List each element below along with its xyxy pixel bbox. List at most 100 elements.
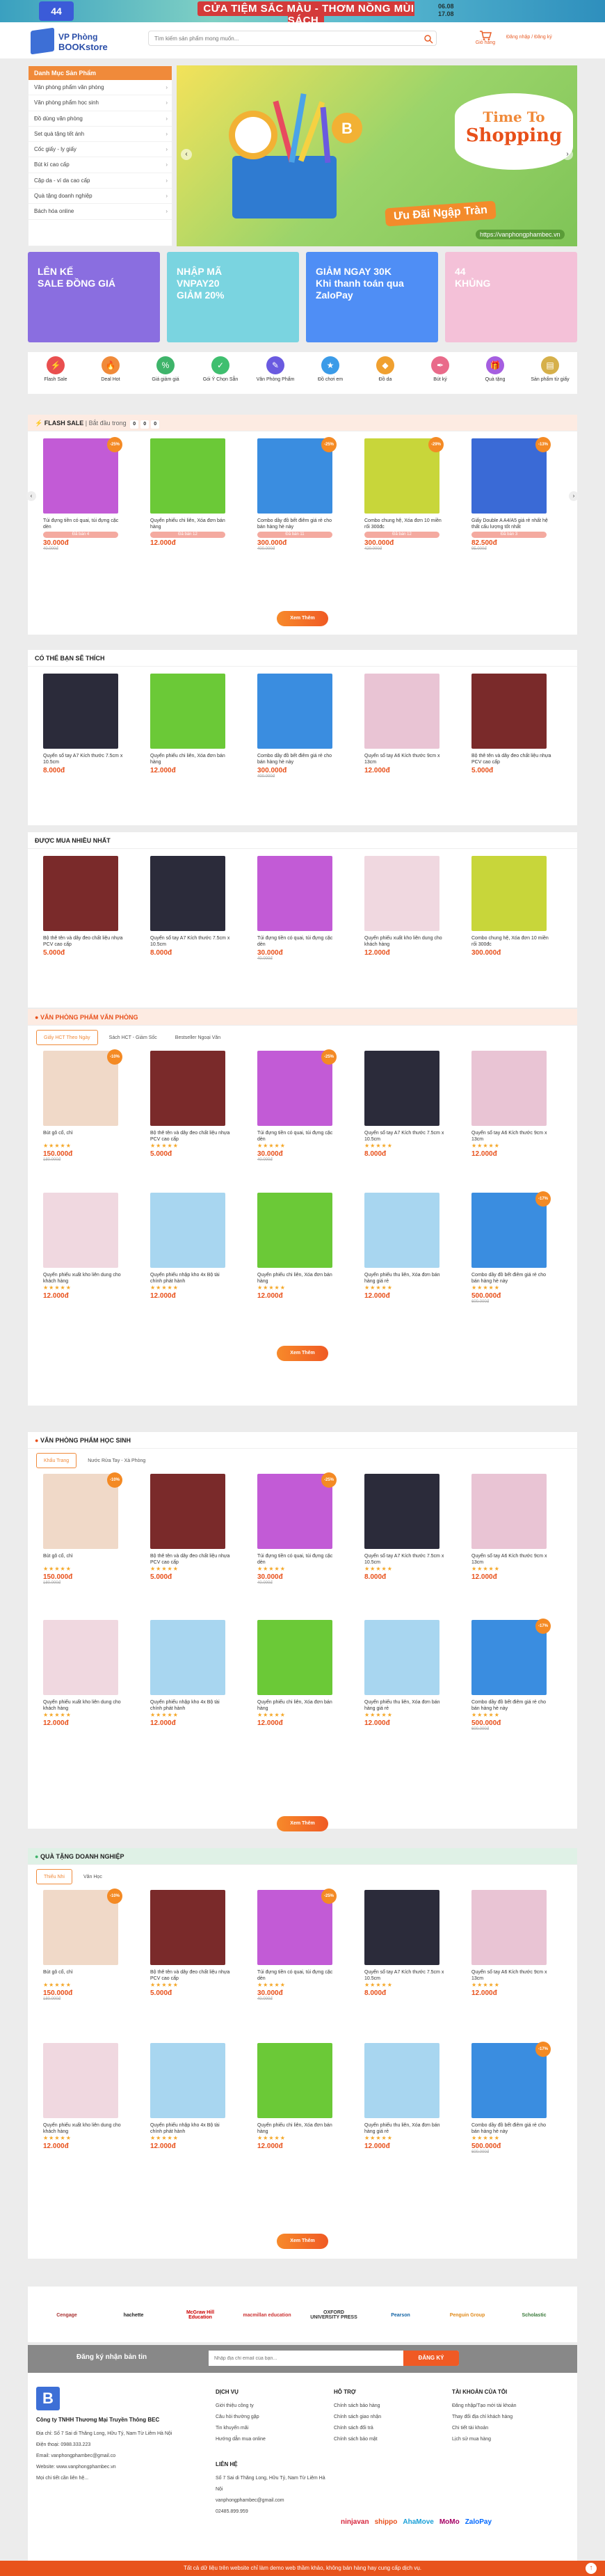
product-name[interactable]: Combo dầy đồ bết điêm giá rẻ cho bán hàn… (250, 753, 339, 765)
product-image[interactable] (257, 2043, 332, 2118)
quick-link[interactable]: % Giá giảm giá (140, 356, 191, 382)
product-card[interactable]: Quyển phiếu xuất kho liên dung cho khách… (36, 1620, 125, 1727)
flash-more-button[interactable]: Xem Thêm (277, 611, 328, 626)
brand-logo[interactable]: McGraw Hill Education (175, 2296, 225, 2334)
product-name[interactable]: Quyển phiếu thu liên, Xóa đơn bán hàng g… (357, 1272, 446, 1285)
product-card[interactable]: -10% Bút gỗ cổ, chì ★★★★★ 150.000đ 180.000đ (36, 1049, 125, 1162)
product-image[interactable]: -25% (257, 1472, 337, 1549)
product-image[interactable] (257, 674, 332, 749)
product-image[interactable] (471, 1474, 547, 1549)
product-image[interactable] (150, 856, 225, 931)
footer-link[interactable]: Chính sách bảo hàng (334, 2401, 445, 2412)
product-card[interactable]: Quyển sổ tay A6 Kích thước 9cm x 13cm ★★★… (465, 1051, 554, 1158)
product-card[interactable]: Combo chung hệ, Xóa đơn 10 miền rối 300đ… (465, 856, 554, 957)
product-name[interactable]: Quyển sổ tay A6 Kích thước 9cm x 13cm (357, 753, 446, 765)
product-name[interactable]: Quyển phiếu chi liên, Xóa đơn bán hàng (143, 518, 232, 530)
quick-link[interactable]: 🎁 Quà tặng (470, 356, 520, 382)
product-name[interactable]: Bộ thê tên và dây đeo chất liệu nhựa PCV… (143, 1553, 232, 1566)
product-image[interactable] (257, 1193, 332, 1268)
brand-logo[interactable]: OXFORD UNIVERSITY PRESS (309, 2296, 359, 2334)
footer-link[interactable]: Số 7 Sai di Thăng Long, Hữu Tý, Nam Từ L… (216, 2473, 334, 2495)
product-image[interactable]: -10% (43, 1472, 122, 1549)
product-name[interactable]: Giấy Double A A4/A5 giá rẻ nhất hệ thất … (465, 518, 554, 530)
slider-next-icon[interactable]: › (562, 149, 573, 160)
product-name[interactable]: Combo dầy đồ bết điêm giá rẻ cho bán hàn… (465, 1699, 554, 1712)
product-card[interactable]: Quyển phiếu nhập kho 4x Bộ tài chính phá… (143, 1193, 232, 1300)
brand-logo[interactable]: hachette (108, 2296, 159, 2334)
product-image[interactable]: -10% (43, 1889, 122, 1965)
quick-link[interactable]: ✓ Gói Ý Chọn Sẵn (195, 356, 245, 382)
product-name[interactable]: Quyển phiếu nhập kho 4x Bộ tài chính phá… (143, 2122, 232, 2135)
product-name[interactable]: Quyển sổ tay A7 Kích thước 7.5cm x 10.5c… (357, 1553, 446, 1566)
product-card[interactable]: -25% Combo dầy đồ bết điêm giá rẻ cho bán… (250, 437, 339, 551)
brand-logo[interactable]: Cengage (42, 2296, 92, 2334)
product-card[interactable]: -25% Túi đựng tiền có quai, túi đựng cặc … (250, 1049, 339, 1162)
product-card[interactable]: -25% Túi đựng tiền có quai, túi đựng cặc … (250, 1472, 339, 1585)
cart-button[interactable]: Giỏ hàng (471, 31, 499, 51)
quick-link[interactable]: ★ Đồ chơi em (305, 356, 355, 382)
product-name[interactable]: Túi đựng tiền có quai, túi đựng cặc dèn (36, 518, 125, 530)
product-card[interactable]: Bộ thê tên và dây đeo chất liệu nhựa PCV… (143, 1890, 232, 1997)
product-name[interactable]: Quyển phiếu chi liên, Xóa đơn bán hàng (250, 2122, 339, 2135)
product-card[interactable]: Quyển phiếu chi liên, Xóa đơn bán hàng 12… (143, 674, 232, 774)
menu-item[interactable]: Văn phòng phẩm văn phòng › (29, 80, 172, 96)
product-name[interactable]: Quyển phiếu xuất kho liên dung cho khách… (36, 1699, 125, 1712)
newsletter-email-input[interactable] (209, 2351, 389, 2366)
product-image[interactable] (257, 856, 332, 931)
product-card[interactable]: Quyển sổ tay A7 Kích thước 7.5cm x 10.5c… (357, 1051, 446, 1158)
product-image[interactable] (150, 2043, 225, 2118)
product-card[interactable]: -17% Combo dầy đồ bết điêm giá rẻ cho bán… (465, 2042, 554, 2154)
product-name[interactable]: Quyển phiếu nhập kho 4x Bộ tài chính phá… (143, 1272, 232, 1285)
product-name[interactable]: Quyển sổ tay A7 Kích thước 7.5cm x 10.5c… (143, 935, 232, 948)
product-name[interactable]: Bộ thê tên và dây đeo chất liệu nhựa PCV… (36, 935, 125, 948)
product-name[interactable]: Bút gỗ cổ, chì (36, 1969, 125, 1982)
product-card[interactable]: Quyển sổ tay A7 Kích thước 7.5cm x 10.5c… (36, 674, 125, 774)
product-card[interactable]: Quyển phiếu xuất kho liên dung cho khách… (36, 1193, 125, 1300)
product-card[interactable]: Quyển phiếu chi liên, Xóa đơn bán hàng Đã… (143, 438, 232, 547)
top-promo-banner[interactable]: 44 CỬA TIỆM SẮC MÀU - THƠM NỒNG MÙI SÁCH… (0, 0, 605, 22)
product-card[interactable]: Bộ thê tên và dây đeo chất liệu nhựa PCV… (36, 856, 125, 957)
product-name[interactable]: Bộ thê tên và dây đeo chất liệu nhựa PCV… (143, 1969, 232, 1982)
product-card[interactable]: Quyển phiếu nhập kho 4x Bộ tài chính phá… (143, 1620, 232, 1727)
tab-item[interactable]: Sách HCT - Giảm Sốc (102, 1031, 164, 1046)
quick-link[interactable]: ⚡ Flash Sale (31, 356, 81, 382)
product-card[interactable]: -13% Giấy Double A A4/A5 giá rẻ nhất hệ t… (465, 437, 554, 551)
footer-link[interactable]: Chi tiết tài khoản (452, 2423, 570, 2434)
product-image[interactable] (43, 1193, 118, 1268)
product-card[interactable]: Bộ thê tên và dây đeo chất liệu nhựa PCV… (143, 1474, 232, 1581)
product-name[interactable]: Quyển phiếu xuất kho liên dung cho khách… (357, 935, 446, 948)
product-card[interactable]: -25% Túi đựng tiền có quai, túi đựng cặc … (250, 1889, 339, 2001)
product-name[interactable]: Combo dầy đồ bết điêm giá rẻ cho bán hàn… (250, 518, 339, 530)
product-image[interactable] (471, 674, 547, 749)
product-card[interactable]: -10% Bút gỗ cổ, chì ★★★★★ 150.000đ 180.000đ (36, 1472, 125, 1585)
product-card[interactable]: Combo dầy đồ bết điêm giá rẻ cho bán hàn… (250, 674, 339, 779)
footer-link[interactable]: Chính sách giao nhận (334, 2412, 445, 2423)
product-name[interactable]: Quyển sổ tay A6 Kích thước 9cm x 13cm (465, 1969, 554, 1982)
quick-link[interactable]: ◆ Đồ da (360, 356, 410, 382)
product-image[interactable] (471, 856, 547, 931)
office-more-button[interactable]: Xem Thêm (277, 1346, 328, 1361)
brand-logo[interactable]: Pearson (376, 2296, 426, 2334)
product-image[interactable]: -10% (43, 1049, 122, 1126)
product-image[interactable]: -13% (471, 437, 551, 514)
product-image[interactable]: -17% (471, 1191, 551, 1268)
product-name[interactable]: Quyển sổ tay A7 Kích thước 7.5cm x 10.5c… (357, 1130, 446, 1143)
product-image[interactable] (150, 674, 225, 749)
product-card[interactable]: Quyển phiếu thu liên, Xóa đơn bán hàng g… (357, 2043, 446, 2150)
product-card[interactable]: Quyển sổ tay A6 Kích thước 9cm x 13cm 12.… (357, 674, 446, 774)
menu-item[interactable]: Cặp da - ví da cao cấp › (29, 173, 172, 189)
footer-link[interactable]: Hướng dẫn mua online (216, 2434, 327, 2445)
product-image[interactable] (43, 1620, 118, 1695)
quick-link[interactable]: ▤ Sản phẩm từ giấy (525, 356, 575, 382)
footer-link[interactable]: Câu hỏi thường gặp (216, 2412, 327, 2423)
back-to-top-icon[interactable]: ↑ (586, 2563, 597, 2574)
product-card[interactable]: Quyển phiếu xuất kho liên dung cho khách… (357, 856, 446, 957)
product-name[interactable]: Quyển sổ tay A7 Kích thước 7.5cm x 10.5c… (36, 753, 125, 765)
product-name[interactable]: Combo dầy đồ bết điêm giá rẻ cho bán hàn… (465, 1272, 554, 1285)
footer-link[interactable]: vanphongphambec@gmail.com (216, 2495, 334, 2506)
product-name[interactable]: Bút gỗ cổ, chì (36, 1130, 125, 1143)
tab-item[interactable]: Khẩu Trang (36, 1453, 77, 1468)
product-image[interactable] (471, 1890, 547, 1965)
product-name[interactable]: Quyển sổ tay A7 Kích thước 7.5cm x 10.5c… (357, 1969, 446, 1982)
product-image[interactable] (150, 1474, 225, 1549)
